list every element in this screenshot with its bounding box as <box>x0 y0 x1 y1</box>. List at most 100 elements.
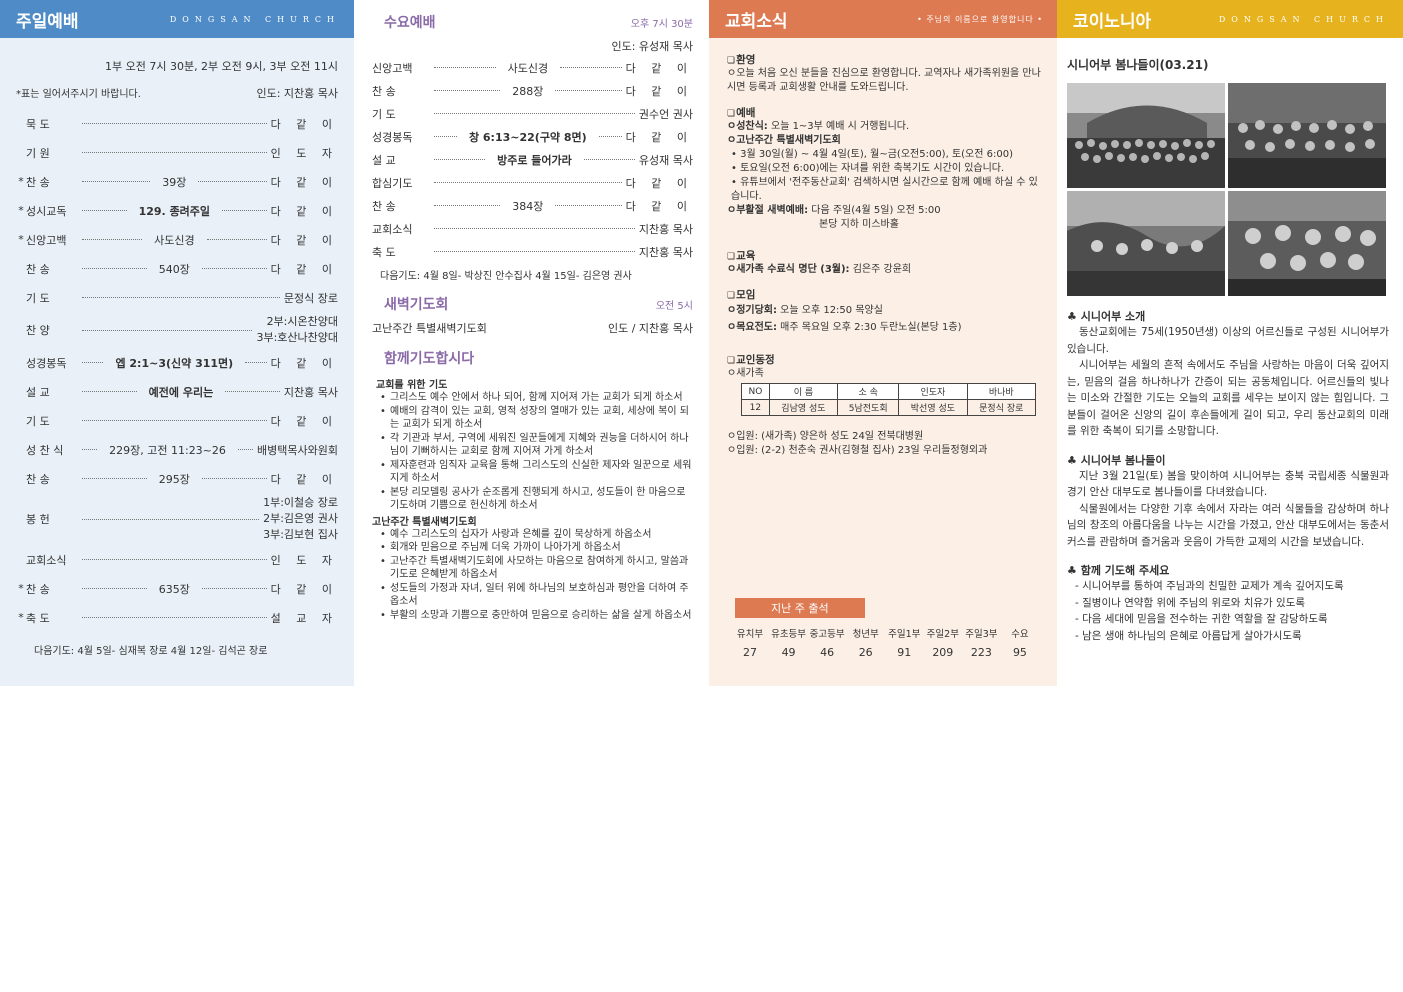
order-row: 찬 송 540장 다 같 이 <box>16 254 338 283</box>
church-news-header: 교회소식 • 주님의 이름으로 환영합니다 • <box>709 0 1057 38</box>
dot-leader <box>201 588 267 589</box>
order-row: 기 도 문정식 장로 <box>16 283 338 312</box>
dot-leader <box>82 152 267 153</box>
sunday-worship-column: 주일예배 DONGSAN CHURCH 1부 오전 7시 30분, 2부 오전 … <box>0 0 354 686</box>
dot-leader <box>82 268 147 269</box>
senior-intro-heading: 시니어부 소개 <box>1067 308 1389 324</box>
order-person: 다 같 이 <box>270 175 339 189</box>
order-label: 찬 송 <box>26 582 50 596</box>
dot-leader <box>82 478 147 479</box>
dot-leader <box>583 159 635 160</box>
order-row: 찬 송 295장 다 같 이 <box>16 464 338 493</box>
order-person-line: 3부:김보현 집사 <box>263 528 338 541</box>
list-item: 회개와 믿음으로 주님께 더욱 가까이 나아가게 하옵소서 <box>380 541 693 555</box>
new-family-table: NO 이 름 소 속 인도자 바나바 12 김남영 성도 5남전도회 박선영 성… <box>741 383 1037 416</box>
table-cell: 5남전도회 <box>837 399 900 416</box>
leader-text: 인도: 지찬홍 목사 <box>256 87 338 100</box>
evangelism-label: ㅇ목요전도: <box>727 322 777 333</box>
order-label: 성경봉독 <box>372 130 413 144</box>
order-row: 봉 헌 1부:이철승 장로 2부:김은영 권사 3부:김보현 집사 <box>16 493 338 545</box>
order-label: 성 찬 식 <box>26 443 64 457</box>
outing-heading: 시니어부 봄나들이 <box>1067 452 1389 468</box>
order-content: 635장 <box>158 582 190 596</box>
dawn-header: 새벽기도회 오전 5시 <box>372 294 693 314</box>
wednesday-title: 수요예배 <box>384 15 436 31</box>
order-person: 다 같 이 <box>270 262 339 276</box>
attendance-cell: 유치부 27 <box>731 626 769 659</box>
order-row: 찬 양 2부:시온찬양대 3부:호산나찬양대 <box>16 312 338 348</box>
photo-grid <box>1067 83 1389 296</box>
dot-leader <box>237 449 254 450</box>
easter-label: ㅇ부활절 새벽예배: <box>727 205 809 216</box>
order-row: 신앙고백 사도신경 다 같 이 <box>372 56 693 79</box>
order-person-line: 1부:이철승 장로 <box>263 496 338 509</box>
list-item: 각 기관과 부서, 구역에 세워진 일꾼들에게 지혜와 권능을 더하시어 하나님… <box>380 432 693 459</box>
pray-title: 함께기도합시다 <box>384 351 475 367</box>
order-content: 288장 <box>512 84 544 98</box>
attendance-label: 주일2부 <box>926 629 959 640</box>
order-person: 인 도 자 <box>270 553 338 567</box>
wednesday-time: 오후 7시 30분 <box>630 19 693 30</box>
dot-leader <box>201 268 267 269</box>
dot-leader <box>82 420 267 421</box>
senior-intro-p1: 동산교회에는 75세(1950년생) 이상의 어르신들로 구성된 시니어부가 있… <box>1067 326 1389 355</box>
pray-header: 함께기도합시다 <box>372 348 693 368</box>
dot-leader <box>82 210 127 211</box>
dot-leader <box>434 136 457 137</box>
members-heading: 교인동정 <box>727 352 1043 367</box>
order-content: 엡 2:1~3(신약 311면) <box>115 356 234 370</box>
attendance-cell: 주일3부 223 <box>962 626 1000 659</box>
order-row: 설 교 방주로 들어가라 유성재 목사 <box>372 148 693 171</box>
table-cell: 김남영 성도 <box>768 399 839 416</box>
communion-text: 오늘 1~3부 예배 시 거행됩니다. <box>767 121 910 132</box>
meeting-heading: 모임 <box>727 287 1043 302</box>
stand-mark: * <box>18 611 24 624</box>
list-item: 시니어부를 통하여 주님과의 친밀한 교제가 계속 깊어지도록 <box>1075 578 1389 595</box>
order-label: 성시교독 <box>26 204 67 218</box>
order-row: 교회소식 지찬홍 목사 <box>372 217 693 240</box>
dot-leader <box>555 205 622 206</box>
dawn-time: 오전 5시 <box>655 301 693 312</box>
attendance-cell: 중고등부 46 <box>808 626 846 659</box>
order-content: 창 6:13~22(구약 8면) <box>468 130 587 144</box>
order-content: 사도신경 <box>507 61 549 75</box>
order-label: 설 교 <box>372 153 396 167</box>
hospital-line-1: ㅇ입원: (새가족) 양은하 성도 24일 전북대병원 <box>727 431 924 442</box>
order-label: 묵 도 <box>26 117 50 131</box>
order-label: 기 원 <box>26 146 50 160</box>
order-label: 찬 송 <box>26 262 50 276</box>
order-label: 교회소식 <box>26 553 67 567</box>
outing-p2: 식물원에서는 다양한 기후 속에서 자라는 여러 식물들을 감상하며 하나님의 … <box>1067 502 1389 548</box>
stand-mark: * <box>18 582 24 595</box>
order-person: 다 같 이 <box>625 130 693 144</box>
order-row: 교회소식 인 도 자 <box>16 545 338 574</box>
dot-leader <box>434 67 496 68</box>
order-person: 2부:시온찬양대 3부:호산나찬양대 <box>256 314 338 346</box>
education-label: ㅇ새가족 수료식 명단 (3월): <box>727 264 850 275</box>
stand-mark: * <box>18 233 24 246</box>
order-row: 찬 송 384장 다 같 이 <box>372 194 693 217</box>
attendance-value: 95 <box>1012 646 1027 659</box>
order-row: 성경봉독 엡 2:1~3(신약 311면) 다 같 이 <box>16 348 338 377</box>
special-dawn-dates: • 3월 30일(월) ~ 4월 4일(토), 월~금(오전5:00), 토(오… <box>731 149 1013 160</box>
order-label: 기 도 <box>26 414 50 428</box>
order-person: 지찬홍 목사 <box>283 385 339 399</box>
order-person: 다 같 이 <box>625 176 693 190</box>
photo-group-building <box>1067 83 1225 188</box>
order-label: 신앙고백 <box>372 61 413 75</box>
photo-plants <box>1067 191 1225 296</box>
table-header: NO <box>741 383 770 400</box>
koinonia-title: 코이노니아 <box>1073 11 1152 32</box>
order-label: 찬 송 <box>26 472 50 486</box>
table-header: 바나바 <box>966 383 1037 400</box>
order-person: 문정식 장로 <box>283 291 338 305</box>
attendance-label: 청년부 <box>852 629 879 640</box>
list-item: 제자훈련과 임직자 교육을 통해 그리스도의 신실한 제자와 일꾼으로 세워지게… <box>380 459 693 486</box>
dot-leader <box>434 113 635 114</box>
easter-place: 본당 지하 미스바홀 <box>819 219 899 230</box>
attendance-label: 주일1부 <box>888 629 921 640</box>
order-person: 다 같 이 <box>270 414 338 428</box>
attendance-label: 유치부 <box>736 629 764 640</box>
dot-leader <box>560 67 622 68</box>
prayer-request-heading: 함께 기도해 주세요 <box>1067 562 1389 578</box>
